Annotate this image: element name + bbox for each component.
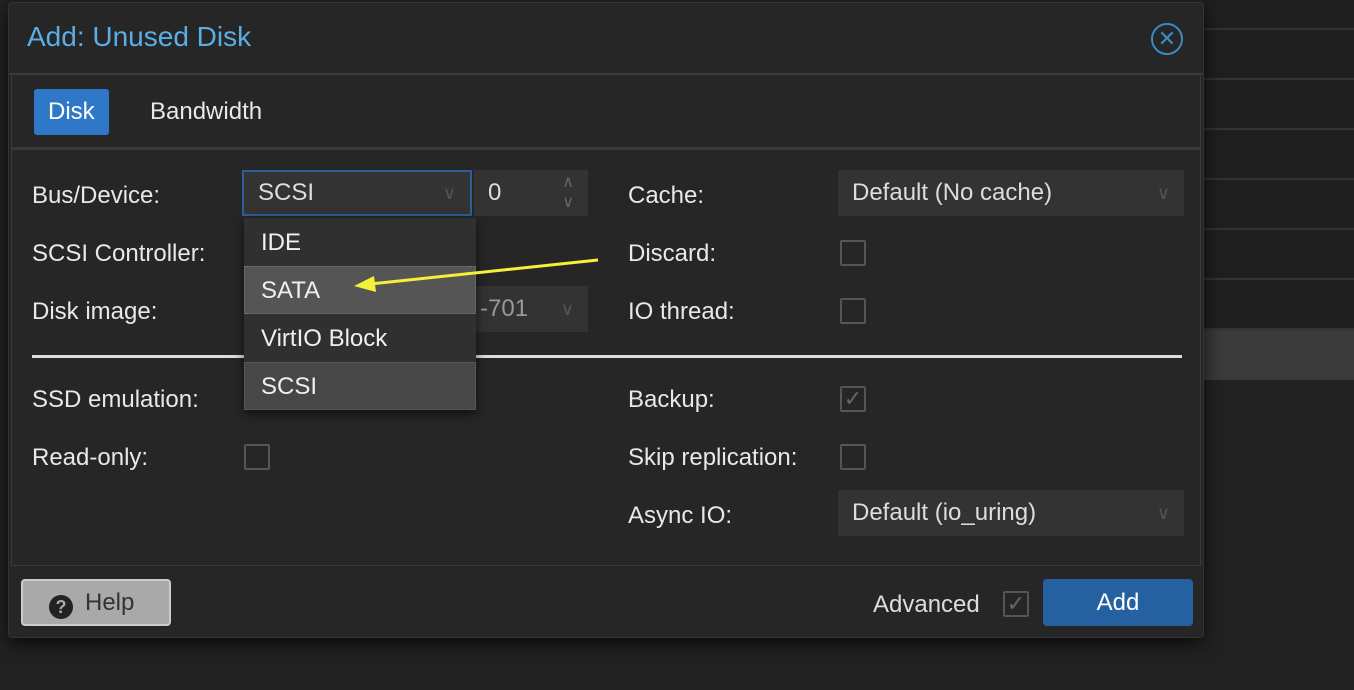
async-io-value: Default (io_uring)	[852, 499, 1037, 526]
cache-label: Cache:	[628, 182, 705, 209]
background-row	[1204, 0, 1354, 30]
discard-label: Discard:	[628, 240, 717, 267]
bus-device-label: Bus/Device:	[32, 182, 161, 209]
chevron-down-icon: ∨	[1156, 503, 1170, 523]
chevron-down-icon: ∨	[442, 183, 456, 203]
disk-image-value: -701	[480, 295, 529, 322]
device-number-value: 0	[488, 179, 502, 206]
disk-image-label: Disk image:	[32, 298, 158, 325]
background-row	[1204, 230, 1354, 280]
chevron-down-icon: ∨	[560, 299, 574, 319]
ssd-emulation-label: SSD emulation:	[32, 386, 199, 413]
help-button[interactable]: ? Help	[21, 579, 171, 626]
dialog-title: Add: Unused Disk	[27, 21, 252, 52]
bus-value: SCSI	[258, 179, 315, 206]
add-button[interactable]: Add	[1043, 579, 1193, 626]
disk-image-select[interactable]: -701 ∨	[474, 286, 588, 332]
io-thread-label: IO thread:	[628, 298, 735, 325]
skip-replication-checkbox[interactable]	[840, 444, 866, 470]
async-io-select[interactable]: Default (io_uring) ∨	[838, 490, 1184, 536]
advanced-checkbox[interactable]: ✓	[1003, 591, 1029, 617]
background-row	[1204, 180, 1354, 230]
cache-value: Default (No cache)	[852, 179, 1053, 206]
advanced-toggle[interactable]: Advanced	[873, 591, 980, 619]
background-row	[1204, 280, 1354, 330]
bus-option-ide[interactable]: IDE	[244, 218, 476, 266]
read-only-label: Read-only:	[32, 444, 149, 471]
close-icon[interactable]: ✕	[1151, 23, 1183, 55]
chevron-down-icon: ∨	[1156, 183, 1170, 203]
disk-form: Bus/Device: SCSI ∨ 0 ∧ ∨ SCSI Controller:…	[11, 148, 1201, 566]
device-number-input[interactable]: 0 ∧ ∨	[474, 170, 588, 216]
background-row	[1204, 80, 1354, 130]
tab-disk[interactable]: Disk	[34, 89, 109, 135]
scsi-controller-label: SCSI Controller:	[32, 240, 206, 267]
bus-select[interactable]: SCSI ∨	[242, 170, 472, 216]
tab-bar: Disk Bandwidth	[11, 75, 1201, 148]
background-row	[1204, 130, 1354, 180]
up-down-spinner-icon[interactable]: ∧ ∨	[562, 173, 574, 213]
io-thread-checkbox[interactable]	[840, 298, 866, 324]
tab-bandwidth[interactable]: Bandwidth	[136, 89, 276, 135]
background-row-selected	[1204, 330, 1354, 380]
bus-option-virtio-block[interactable]: VirtIO Block	[244, 314, 476, 362]
advanced-label: Advanced	[873, 591, 980, 618]
cache-select[interactable]: Default (No cache) ∨	[838, 170, 1184, 216]
bus-dropdown-list: IDE SATA VirtIO Block SCSI	[244, 218, 476, 410]
backup-label: Backup:	[628, 386, 715, 413]
bus-option-scsi[interactable]: SCSI	[244, 362, 476, 410]
backup-checkbox[interactable]: ✓	[840, 386, 866, 412]
question-circle-icon: ?	[49, 595, 73, 619]
advanced-separator	[32, 355, 1182, 358]
help-label: Help	[85, 589, 135, 616]
async-io-label: Async IO:	[628, 502, 733, 529]
skip-replication-label: Skip replication:	[628, 444, 798, 471]
add-unused-disk-dialog: Add: Unused Disk ✕ Disk Bandwidth Bus/De…	[8, 2, 1204, 638]
bus-option-sata[interactable]: SATA	[244, 266, 476, 314]
discard-checkbox[interactable]	[840, 240, 866, 266]
read-only-checkbox[interactable]	[244, 444, 270, 470]
background-row	[1204, 30, 1354, 80]
